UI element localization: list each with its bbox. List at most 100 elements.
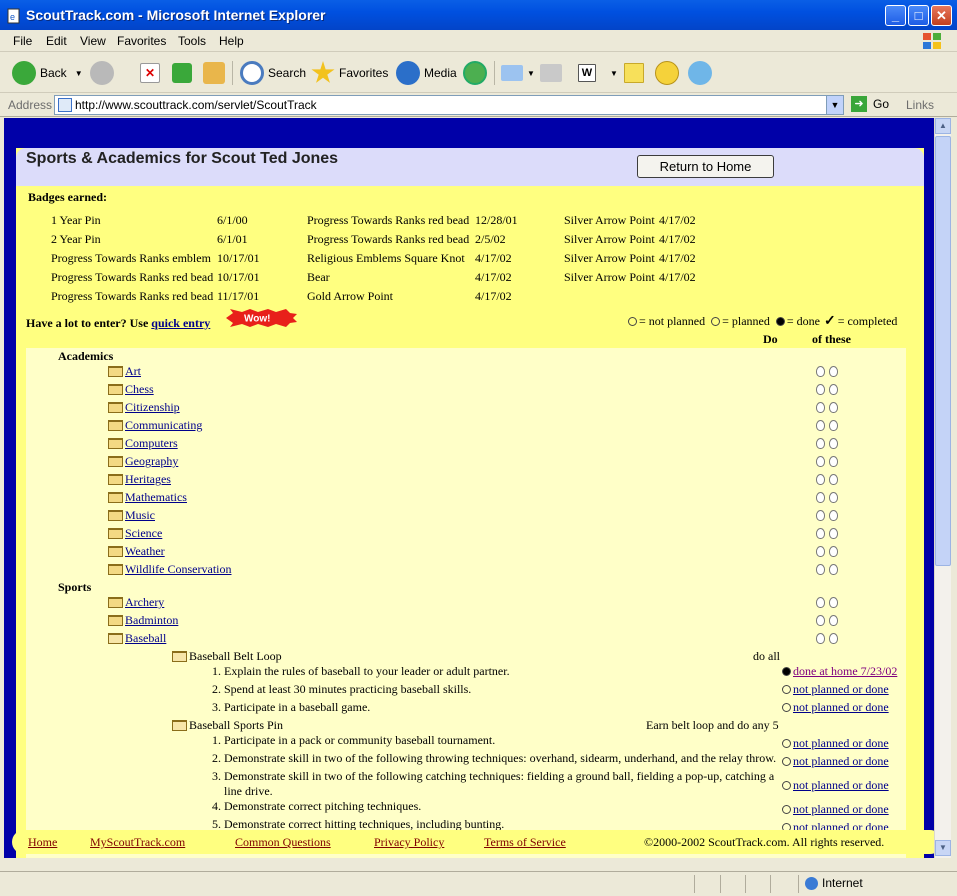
status-link[interactable]: not planned or done (793, 700, 889, 715)
requirement-text: 3. Participate in a baseball game. (212, 700, 371, 714)
list-item-archery[interactable]: Archery (108, 595, 164, 610)
minimize-button[interactable]: _ (885, 5, 906, 26)
activity-link[interactable]: Weather (125, 544, 165, 559)
footer-link-privacy-policy[interactable]: Privacy Policy (374, 835, 444, 850)
list-item-music[interactable]: Music (108, 508, 155, 523)
menu-tools[interactable]: Tools (178, 34, 206, 48)
requirement-status[interactable]: not planned or done (782, 700, 889, 715)
folder-icon (108, 492, 123, 503)
edit-word-button[interactable]: W ▼ (578, 59, 618, 87)
back-dropdown-icon[interactable]: ▼ (75, 69, 83, 78)
list-item-weather[interactable]: Weather (108, 544, 165, 559)
status-link[interactable]: not planned or done (793, 778, 889, 793)
history-button[interactable] (463, 59, 491, 87)
activity-link[interactable]: Computers (125, 436, 178, 451)
requirement-status[interactable]: done at home 7/23/02 (782, 664, 897, 679)
messenger-smiley-button[interactable] (655, 59, 683, 87)
stop-button[interactable]: ✕ (140, 59, 164, 87)
activity-link[interactable]: Mathematics (125, 490, 187, 505)
home-toolbar-button[interactable] (203, 59, 229, 87)
scroll-up-icon[interactable]: ▲ (935, 118, 951, 134)
media-button[interactable]: Media (396, 59, 457, 87)
return-home-button[interactable]: Return to Home (637, 155, 774, 178)
list-item-badminton[interactable]: Badminton (108, 613, 178, 628)
footer-link-terms-of-service[interactable]: Terms of Service (484, 835, 566, 850)
menu-view[interactable]: View (80, 34, 106, 48)
list-item-citizenship[interactable]: Citizenship (108, 400, 180, 415)
vertical-scrollbar[interactable]: ▲ ▼ (934, 118, 951, 858)
print-button[interactable] (540, 59, 566, 87)
activity-link[interactable]: Communicating (125, 418, 202, 433)
list-item-science[interactable]: Science (108, 526, 162, 541)
list-item-computers[interactable]: Computers (108, 436, 178, 451)
badge-name: Silver Arrow Point (564, 270, 655, 284)
badge-date: 4/17/02 (659, 232, 696, 246)
refresh-button[interactable] (172, 59, 196, 87)
activity-link[interactable]: Chess (125, 382, 154, 397)
links-button[interactable]: Links (906, 98, 934, 112)
status-link[interactable]: done at home 7/23/02 (793, 664, 897, 679)
list-item-art[interactable]: Art (108, 364, 141, 379)
menu-help[interactable]: Help (219, 34, 244, 48)
belt-loop-item[interactable]: Baseball Belt Loop (172, 649, 282, 664)
status-link[interactable]: not planned or done (793, 682, 889, 697)
toolbar: Back ▼ ✕ Search Favorites Media ▼ W ▼ (0, 53, 957, 93)
discuss-button[interactable] (624, 59, 648, 87)
footer-link-home[interactable]: Home (28, 835, 57, 850)
list-item-mathematics[interactable]: Mathematics (108, 490, 187, 505)
activity-link[interactable]: Archery (125, 595, 164, 610)
address-input[interactable]: http://www.scouttrack.com/servlet/ScoutT… (54, 95, 844, 115)
maximize-button[interactable]: □ (908, 5, 929, 26)
sports-pin-item[interactable]: Baseball Sports Pin (172, 718, 283, 733)
close-button[interactable]: ✕ (931, 5, 952, 26)
requirement-status[interactable]: not planned or done (782, 802, 889, 817)
requirement-status[interactable]: not planned or done (782, 754, 889, 769)
scroll-down-icon[interactable]: ▼ (935, 840, 951, 856)
activity-link[interactable]: Badminton (125, 613, 178, 628)
mail-dropdown-icon[interactable]: ▼ (527, 69, 535, 78)
scroll-thumb[interactable] (935, 136, 951, 566)
favorites-button[interactable]: Favorites (311, 59, 388, 87)
go-button[interactable]: ➜ Go (851, 96, 889, 112)
activity-link[interactable]: Heritages (125, 472, 171, 487)
menu-favorites[interactable]: Favorites (117, 34, 166, 48)
requirement-status[interactable]: not planned or done (782, 682, 889, 697)
activity-link[interactable]: Music (125, 508, 155, 523)
quick-entry-link[interactable]: quick entry (151, 316, 210, 330)
list-item-heritages[interactable]: Heritages (108, 472, 171, 487)
requirement-status[interactable]: not planned or done (782, 778, 889, 793)
messenger-people-icon (688, 61, 712, 85)
window-title-bar[interactable]: e ScoutTrack.com - Microsoft Internet Ex… (0, 0, 957, 30)
activity-link[interactable]: Wildlife Conservation (125, 562, 232, 577)
status-link[interactable]: not planned or done (793, 754, 889, 769)
status-link[interactable]: not planned or done (793, 802, 889, 817)
belt-loop-title: Baseball Belt Loop (189, 649, 282, 663)
footer-link-myscouttrack[interactable]: MyScoutTrack.com (90, 835, 185, 850)
search-button[interactable]: Search (240, 59, 306, 87)
edit-dropdown-icon[interactable]: ▼ (610, 69, 618, 78)
activity-link[interactable]: Art (125, 364, 141, 379)
forward-button[interactable] (90, 59, 118, 87)
activity-link[interactable]: Science (125, 526, 162, 541)
messenger-button[interactable] (688, 59, 716, 87)
requirement-status[interactable]: not planned or done (782, 736, 889, 751)
list-item-wildlife-conservation[interactable]: Wildlife Conservation (108, 562, 232, 577)
status-link[interactable]: not planned or done (793, 736, 889, 751)
list-item-communicating[interactable]: Communicating (108, 418, 202, 433)
footer-link-common-questions[interactable]: Common Questions (235, 835, 331, 850)
activity-link[interactable]: Baseball (125, 631, 166, 646)
list-item-geography[interactable]: Geography (108, 454, 178, 469)
list-item-baseball[interactable]: Baseball (108, 631, 166, 646)
activity-link[interactable]: Citizenship (125, 400, 180, 415)
activity-link[interactable]: Geography (125, 454, 178, 469)
menu-file[interactable]: File (13, 34, 32, 48)
mail-button[interactable]: ▼ (501, 59, 535, 87)
address-url[interactable]: http://www.scouttrack.com/servlet/ScoutT… (75, 98, 317, 112)
menu-edit[interactable]: Edit (46, 34, 67, 48)
sports-pin-rule: Earn belt loop and do any 5 (646, 718, 779, 732)
address-dropdown-icon[interactable]: ▼ (826, 96, 843, 114)
note-icon (624, 63, 644, 83)
badge-name: Gold Arrow Point (307, 289, 394, 303)
list-item-chess[interactable]: Chess (108, 382, 154, 397)
back-button[interactable]: Back ▼ (12, 59, 83, 87)
